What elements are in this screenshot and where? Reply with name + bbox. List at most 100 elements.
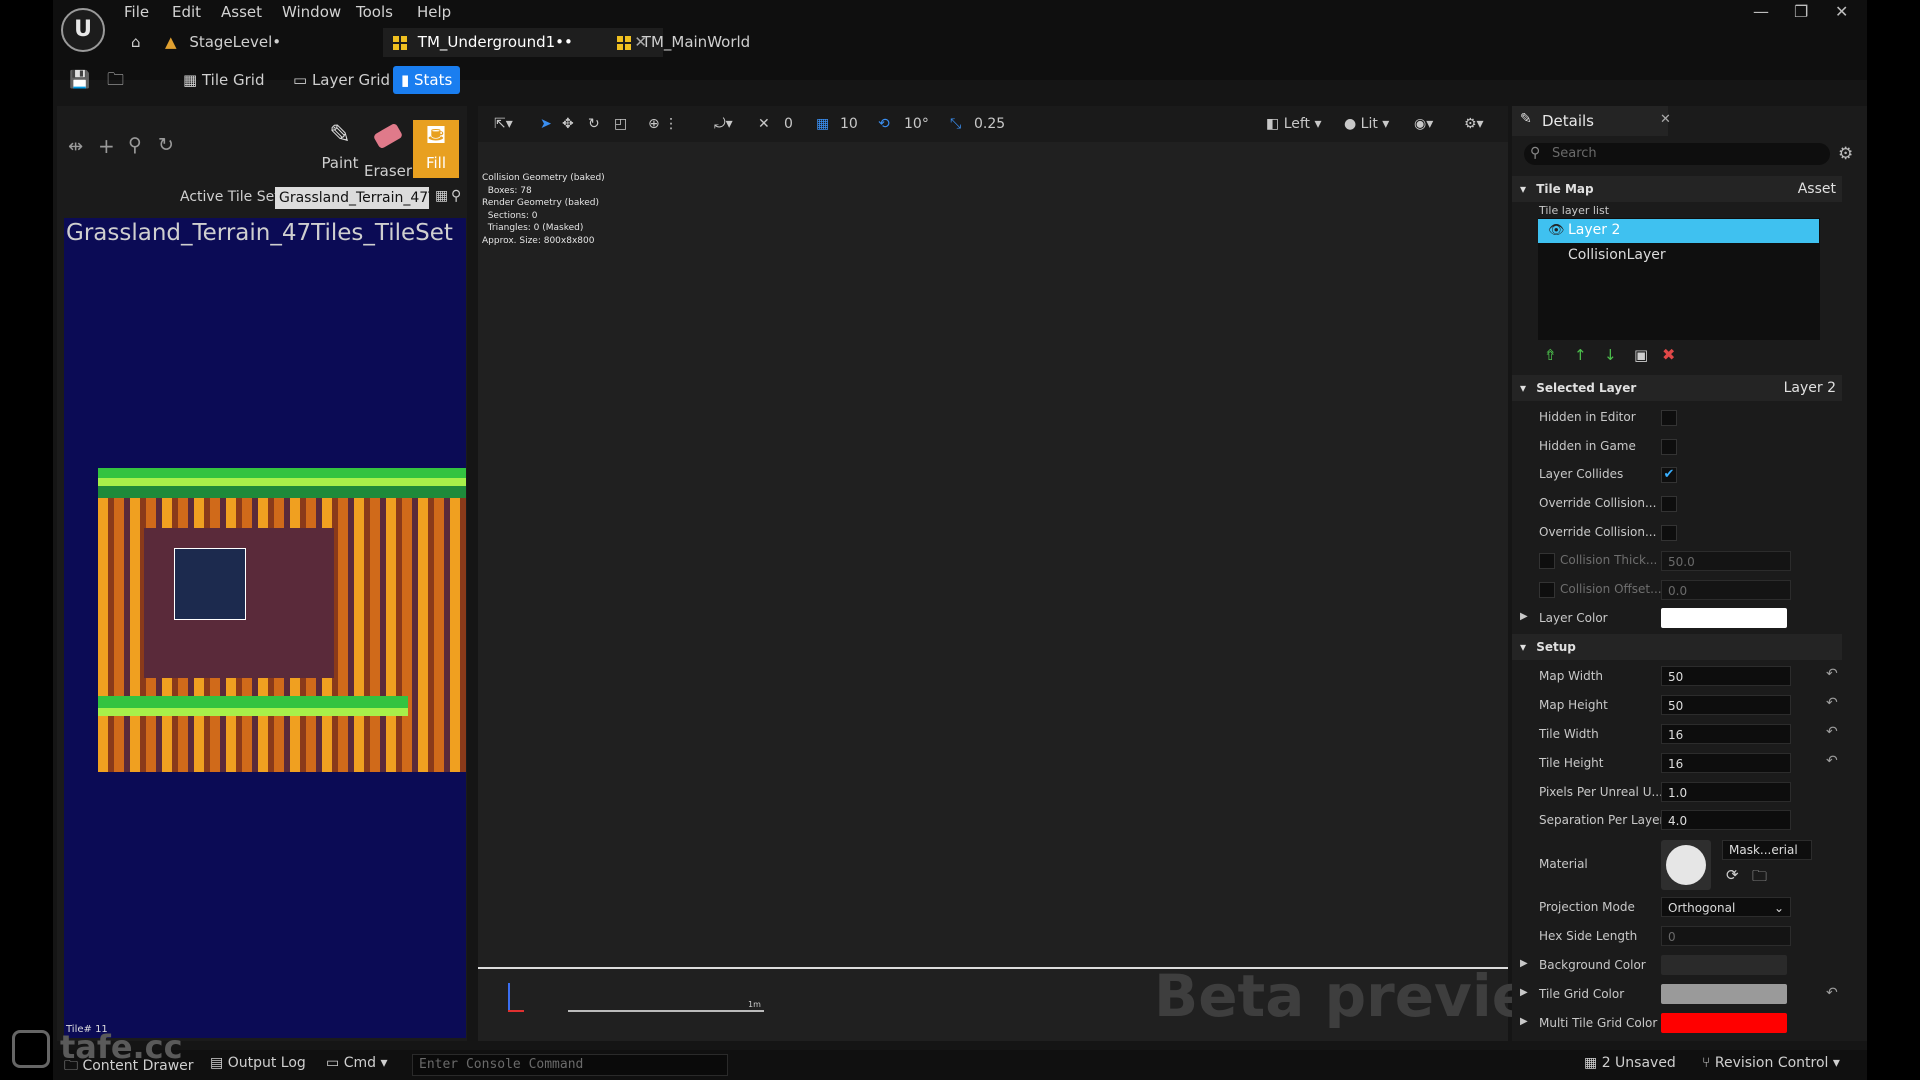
fill-tool[interactable]: ⛾ Fill: [413, 120, 459, 178]
viewport[interactable]: [478, 106, 1508, 1041]
details-search[interactable]: ⚲ Search: [1524, 143, 1830, 165]
tileset-preview[interactable]: Grassland_Terrain_47Tiles_TileSet Tile# …: [64, 218, 466, 1038]
tile-height-field[interactable]: 16: [1661, 753, 1791, 773]
reset-icon[interactable]: ↶: [1826, 753, 1838, 769]
section-setup[interactable]: ▾ Setup: [1512, 634, 1842, 660]
close-window-icon[interactable]: ✕: [1835, 2, 1848, 21]
layer-grid-button[interactable]: ▭ Layer Grid: [285, 66, 398, 94]
eraser-tool[interactable]: Eraser: [364, 120, 412, 180]
world-icon[interactable]: ⊕ ⋮: [648, 116, 678, 132]
tileset-image[interactable]: [98, 468, 466, 772]
cmd-button[interactable]: ▭ Cmd ▾: [326, 1055, 387, 1071]
paint-tool[interactable]: ✎ Paint: [316, 120, 364, 178]
override-collision-checkbox[interactable]: [1661, 525, 1677, 541]
hex-side-length-field[interactable]: 0: [1661, 926, 1791, 946]
tile-grid-color-swatch[interactable]: [1661, 984, 1787, 1004]
plus-icon[interactable]: +: [98, 134, 115, 158]
expand-icon[interactable]: ▶: [1520, 611, 1528, 622]
collision-thickness-field[interactable]: 50.0: [1661, 551, 1791, 571]
multi-tile-grid-color-swatch[interactable]: [1661, 1013, 1787, 1033]
override-collision-checkbox[interactable]: [1661, 496, 1677, 512]
output-log-button[interactable]: ▤ Output Log: [210, 1055, 306, 1071]
pixels-per-unit-field[interactable]: 1.0: [1661, 782, 1791, 802]
scale-snap-icon[interactable]: ⤡: [950, 116, 961, 132]
unreal-logo-icon[interactable]: U: [61, 8, 105, 52]
details-tab[interactable]: ✎ Details ✕: [1512, 106, 1671, 136]
tile-grid-button[interactable]: ▦ Tile Grid: [175, 66, 272, 94]
material-dropdown[interactable]: Mask...erial ⌄: [1722, 840, 1812, 876]
section-selected-layer[interactable]: ▾ Selected Layer Layer 2: [1512, 375, 1842, 401]
scale-icon[interactable]: ◰: [614, 116, 627, 132]
visibility-eye-icon[interactable]: 👁: [1548, 223, 1565, 238]
minimize-icon[interactable]: —: [1753, 2, 1769, 21]
map-width-field[interactable]: 50: [1661, 666, 1791, 686]
maximize-icon[interactable]: ❐: [1794, 2, 1808, 21]
active-tile-set-picker[interactable]: Grassland_Terrain_47Ti: [275, 187, 429, 209]
projection-mode-dropdown[interactable]: Orthogonal ⌄: [1661, 897, 1791, 917]
move-down-icon[interactable]: ↓: [1604, 346, 1617, 364]
lighting-button[interactable]: ● Lit ▾: [1344, 116, 1389, 132]
translate-icon[interactable]: ✥: [562, 116, 574, 132]
collision-offset-field[interactable]: 0.0: [1661, 580, 1791, 600]
revision-control-button[interactable]: ⑂ Revision Control ▾: [1702, 1055, 1840, 1071]
menu-asset[interactable]: Asset: [221, 3, 262, 21]
layer-collides-checkbox[interactable]: ✔: [1661, 467, 1677, 483]
show-icon[interactable]: ◉▾: [1414, 116, 1433, 132]
rotation-snap-icon[interactable]: ⟲: [878, 116, 890, 132]
reset-icon[interactable]: ↶: [1826, 695, 1838, 711]
delete-layer-icon[interactable]: ✖: [1662, 345, 1675, 364]
expand-icon[interactable]: ▶: [1520, 987, 1528, 998]
transform-icon[interactable]: ⇹: [68, 136, 83, 157]
settings-gear-icon[interactable]: ⚙: [1838, 144, 1853, 164]
move-up-icon[interactable]: ↑: [1574, 346, 1587, 364]
layer-list-item-selected[interactable]: 👁 Layer 2: [1538, 219, 1819, 243]
layer-list-item[interactable]: CollisionLayer: [1538, 244, 1819, 268]
rotate-icon[interactable]: ↻: [588, 116, 600, 132]
map-height-field[interactable]: 50: [1661, 695, 1791, 715]
home-icon[interactable]: ⌂: [131, 28, 151, 57]
scale-snap-value[interactable]: 0.25: [974, 116, 1005, 132]
material-thumbnail[interactable]: [1661, 840, 1711, 890]
zoom-icon[interactable]: ⚲: [128, 134, 142, 156]
menu-window[interactable]: Window: [282, 3, 341, 21]
browse-asset-icon[interactable]: 🗀: [1752, 866, 1767, 891]
view-mode-button[interactable]: ◧ Left ▾: [1266, 116, 1322, 132]
select-icon[interactable]: ➤: [540, 116, 552, 132]
close-details-icon[interactable]: ✕: [1660, 112, 1671, 127]
menu-help[interactable]: Help: [417, 3, 451, 21]
separation-field[interactable]: 4.0: [1661, 810, 1791, 830]
snap-rotate-icon[interactable]: ✕: [758, 116, 770, 132]
menu-tools[interactable]: Tools: [356, 3, 393, 21]
use-selected-icon[interactable]: ⟳: [1726, 866, 1739, 884]
expand-icon[interactable]: ▶: [1520, 1016, 1528, 1027]
performance-icon[interactable]: ⚙▾: [1464, 116, 1484, 132]
console-input[interactable]: Enter Console Command: [412, 1054, 728, 1076]
save-icon[interactable]: 💾: [61, 66, 98, 94]
browse-icon[interactable]: 🗀: [99, 66, 132, 94]
collision-thickness-toggle[interactable]: [1539, 553, 1555, 569]
grid-snap-value[interactable]: 10: [840, 116, 858, 132]
search-icon[interactable]: ⚲: [451, 188, 461, 204]
reset-icon[interactable]: ↶: [1826, 666, 1838, 682]
duplicate-icon[interactable]: ▣: [1634, 346, 1648, 364]
unsaved-button[interactable]: ▦ 2 Unsaved: [1584, 1055, 1676, 1071]
grid-snap-icon[interactable]: ▦: [816, 116, 829, 132]
reset-icon[interactable]: ↶: [1826, 724, 1838, 740]
tab-stagelevel[interactable]: ▲ StageLevel•: [165, 28, 365, 57]
section-tile-map[interactable]: ▾ Tile Map Asset: [1512, 176, 1842, 202]
snap-rotate-value[interactable]: 0: [784, 116, 793, 132]
surface-snap-icon[interactable]: ⤾▾: [714, 116, 733, 132]
stats-button[interactable]: ▮ Stats: [393, 66, 461, 94]
refresh-icon[interactable]: ↻: [158, 134, 174, 156]
tile-width-field[interactable]: 16: [1661, 724, 1791, 744]
layer-color-swatch[interactable]: [1661, 608, 1787, 628]
add-layer-icon[interactable]: ⇮: [1544, 346, 1557, 364]
tab-tm-mainworld[interactable]: TM_MainWorld: [617, 28, 817, 57]
rotation-snap-value[interactable]: 10°: [904, 116, 929, 132]
tileset-grid-icon[interactable]: ▦: [435, 188, 448, 204]
hidden-in-game-checkbox[interactable]: [1661, 439, 1677, 455]
hidden-in-editor-checkbox[interactable]: [1661, 410, 1677, 426]
select-mode-icon[interactable]: ⇱▾: [494, 116, 513, 132]
background-color-swatch[interactable]: [1661, 955, 1787, 975]
expand-icon[interactable]: ▶: [1520, 958, 1528, 969]
